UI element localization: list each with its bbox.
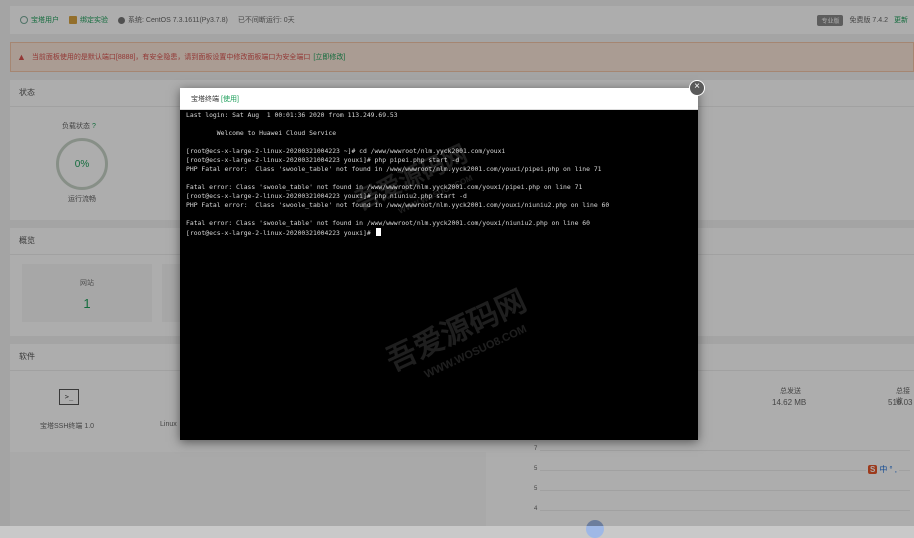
terminal-line: [root@ecs-x-large-2-linux-20200321004223… [186, 156, 460, 164]
terminal-modal-title: 宝塔终端 [191, 95, 219, 103]
terminal-line: Welcome to Huawei Cloud Service [186, 129, 337, 137]
terminal-output[interactable]: Last login: Sat Aug 1 00:01:36 2020 from… [186, 111, 692, 434]
terminal-prompt[interactable]: [root@ecs-x-large-2-linux-20200321004223… [186, 228, 692, 237]
terminal-line: Fatal error: Class 'swoole_table' not fo… [186, 183, 583, 191]
terminal-line: [root@ecs-x-large-2-linux-20200321004223… [186, 147, 506, 155]
terminal-modal: 宝塔终端 [使用] Last login: Sat Aug 1 00:01:36… [180, 88, 698, 440]
terminal-line: PHP Fatal error: Class 'swoole_table' no… [186, 201, 610, 209]
terminal-line: Fatal error: Class 'swoole_table' not fo… [186, 219, 590, 227]
close-modal-button[interactable]: × [689, 80, 705, 96]
terminal-cursor [375, 228, 381, 236]
terminal-line: Last login: Sat Aug 1 00:01:36 2020 from… [186, 111, 398, 119]
terminal-usage-link[interactable]: [使用] [221, 94, 239, 104]
terminal-line: [root@ecs-x-large-2-linux-20200321004223… [186, 192, 467, 200]
terminal-modal-header: 宝塔终端 [使用] [180, 88, 698, 110]
terminal-line: PHP Fatal error: Class 'swoole_table' no… [186, 165, 602, 173]
